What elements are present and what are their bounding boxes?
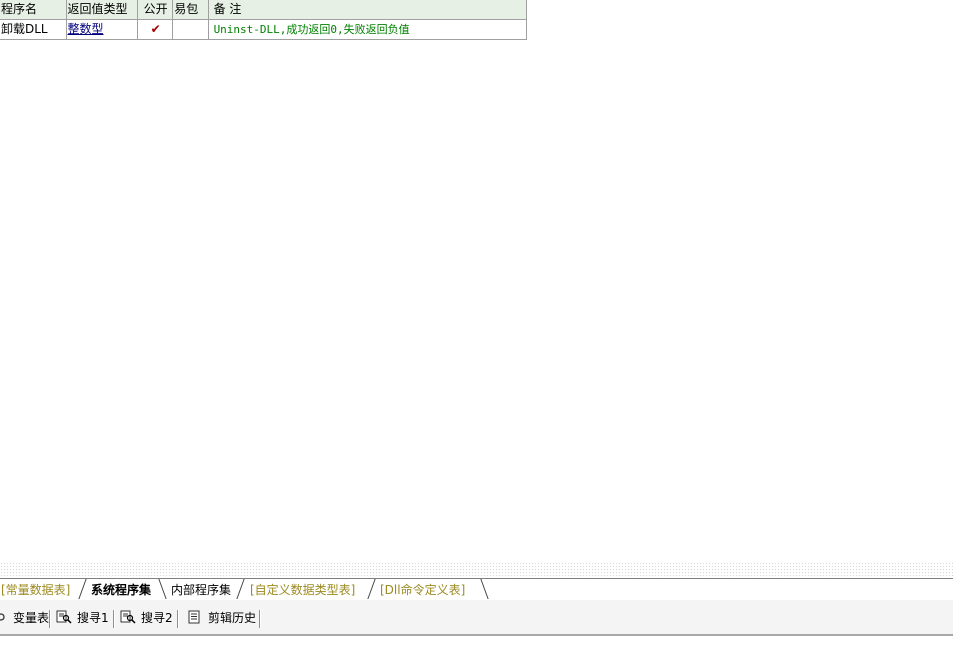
toolbar-separator	[259, 610, 261, 628]
clipboard-icon	[188, 610, 200, 624]
tab-internal-programs[interactable]: 内部程序集	[171, 581, 231, 599]
tab-divider	[158, 579, 167, 599]
variables-label: 变量表	[13, 611, 50, 625]
search1-button[interactable]: 搜寻1	[56, 609, 109, 627]
splitter-dots[interactable]	[0, 562, 953, 578]
toolbar-separator	[49, 610, 51, 628]
header-program-name: 程序名	[0, 0, 67, 20]
return-type-cell[interactable]: 整数型	[65, 19, 139, 40]
program-name-cell[interactable]: 卸载DLL	[0, 19, 67, 40]
tab-divider	[480, 579, 489, 599]
note-text: Uninst-DLL,成功返回0,失败返回负值	[213, 23, 410, 36]
tab-custom-types[interactable]: [自定义数据类型表]	[250, 581, 355, 599]
bottom-toolbar: 变量表 搜寻1 搜寻2 剪辑历史	[0, 600, 953, 636]
clip-history-button[interactable]: 剪辑历史	[187, 609, 256, 627]
header-public: 公开	[137, 0, 174, 20]
search2-icon	[120, 610, 136, 624]
tab-divider	[236, 579, 245, 599]
table-header-row: 程序名 返回值类型 公开 易包 备 注	[0, 0, 528, 20]
tab-constants[interactable]: [常量数据表]	[1, 581, 70, 599]
variables-button[interactable]: 变量表	[0, 609, 49, 627]
header-note: 备 注	[207, 0, 528, 20]
toolbar-separator	[177, 610, 179, 628]
program-table: 程序名 返回值类型 公开 易包 备 注 卸载DLL 整数型 ✔ Uninst-D…	[0, 0, 528, 40]
public-cell[interactable]: ✔	[137, 19, 174, 40]
easy-pack-cell[interactable]	[172, 19, 209, 40]
return-type[interactable]: 整数型	[68, 22, 104, 36]
search2-button[interactable]: 搜寻2	[120, 609, 173, 627]
header-return-type: 返回值类型	[65, 0, 139, 20]
tab-system-programs[interactable]: 系统程序集	[91, 581, 151, 599]
tab-dll-commands[interactable]: [Dll命令定义表]	[380, 581, 465, 599]
clip-history-label: 剪辑历史	[208, 611, 257, 625]
tab-divider	[367, 579, 376, 599]
toolbar-separator	[113, 610, 115, 628]
note-cell[interactable]: Uninst-DLL,成功返回0,失败返回负值	[207, 19, 528, 40]
header-easy-pack: 易包	[172, 0, 209, 20]
tab-divider	[78, 579, 87, 599]
tab-strip: [常量数据表] 系统程序集 内部程序集 [自定义数据类型表] [Dll命令定义表…	[0, 578, 953, 601]
program-name[interactable]: 卸载DLL	[1, 22, 48, 36]
editor-window: 程序名 返回值类型 公开 易包 备 注 卸载DLL 整数型 ✔ Uninst-D…	[0, 0, 953, 652]
search1-icon	[56, 610, 72, 624]
table-row[interactable]: 卸载DLL 整数型 ✔ Uninst-DLL,成功返回0,失败返回负值	[0, 19, 528, 40]
variables-icon	[0, 613, 5, 621]
search1-label: 搜寻1	[77, 611, 109, 625]
search2-label: 搜寻2	[141, 611, 173, 625]
public-check-icon: ✔	[150, 22, 161, 36]
